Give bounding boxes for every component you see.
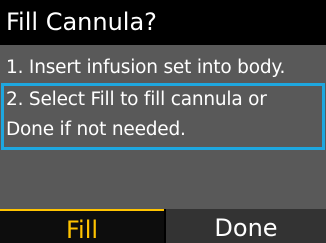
done-button[interactable]: Done: [166, 209, 326, 243]
screen-title: Fill Cannula?: [0, 0, 326, 45]
softkey-bar: Fill Done: [0, 209, 326, 243]
pump-screen: Fill Cannula? 1. Insert infusion set int…: [0, 0, 326, 243]
instruction-step-2: 2. Select Fill to fill cannula or: [6, 89, 267, 110]
instruction-step-1: 1. Insert infusion set into body.: [6, 57, 286, 78]
fill-button[interactable]: Fill: [0, 209, 164, 243]
message-area: 1. Insert infusion set into body. 2. Sel…: [0, 45, 326, 209]
instruction-step-2-continued: Done if not needed.: [6, 119, 186, 140]
